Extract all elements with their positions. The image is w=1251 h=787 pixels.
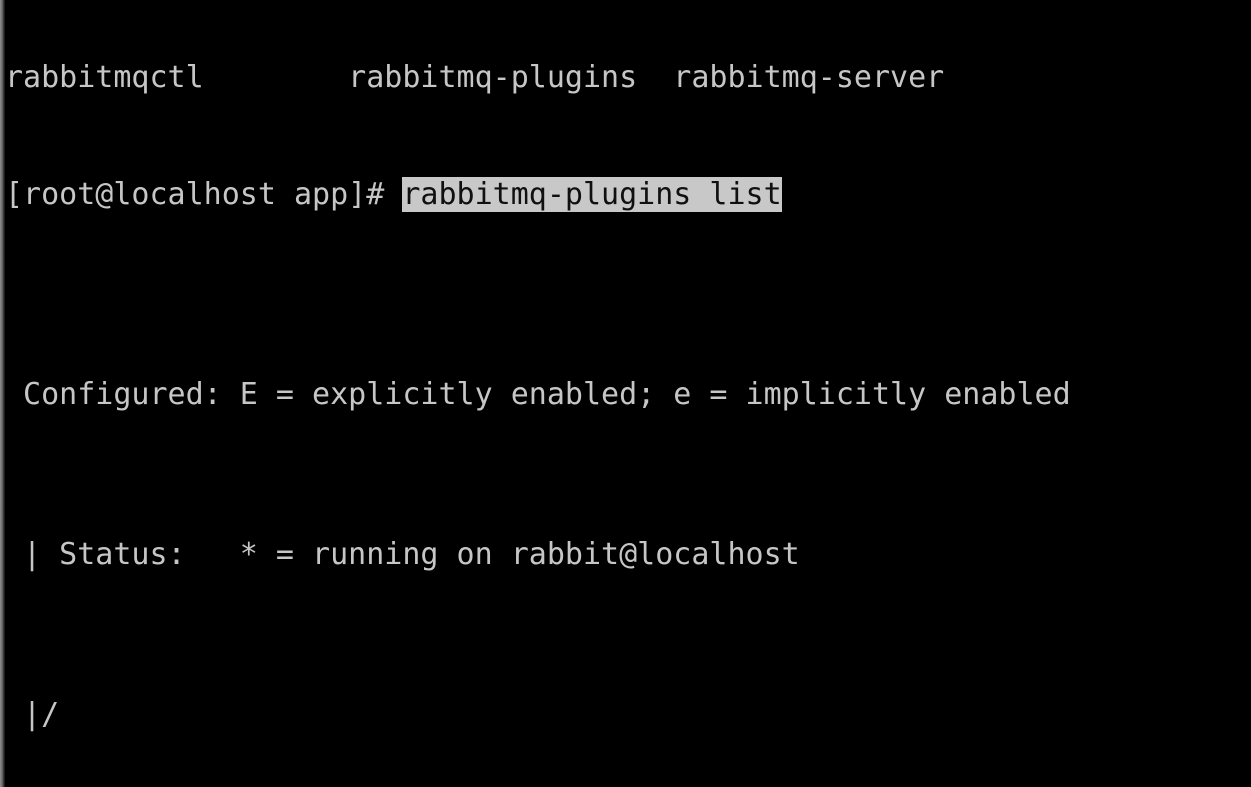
terminal-screen[interactable]: rabbitmqctl rabbitmq-plugins rabbitmq-se…	[5, 0, 1251, 787]
terminal-output: [root@localhost app]# rabbitmq-plugins l…	[5, 15, 1251, 787]
legend-status-line: | Status: * = running on rabbit@localhos…	[5, 537, 800, 572]
shell-prompt: [root@localhost app]#	[5, 177, 403, 212]
command-text-selected[interactable]: rabbitmq-plugins list	[402, 177, 782, 212]
prompt-line[interactable]: [root@localhost app]# rabbitmq-plugins l…	[5, 175, 1251, 215]
legend-column-marker-line: |/	[5, 697, 60, 732]
legend-configured-line: Configured: E = explicitly enabled; e = …	[5, 377, 1071, 412]
terminal-window[interactable]: rabbitmqctl rabbitmq-plugins rabbitmq-se…	[0, 0, 1251, 787]
